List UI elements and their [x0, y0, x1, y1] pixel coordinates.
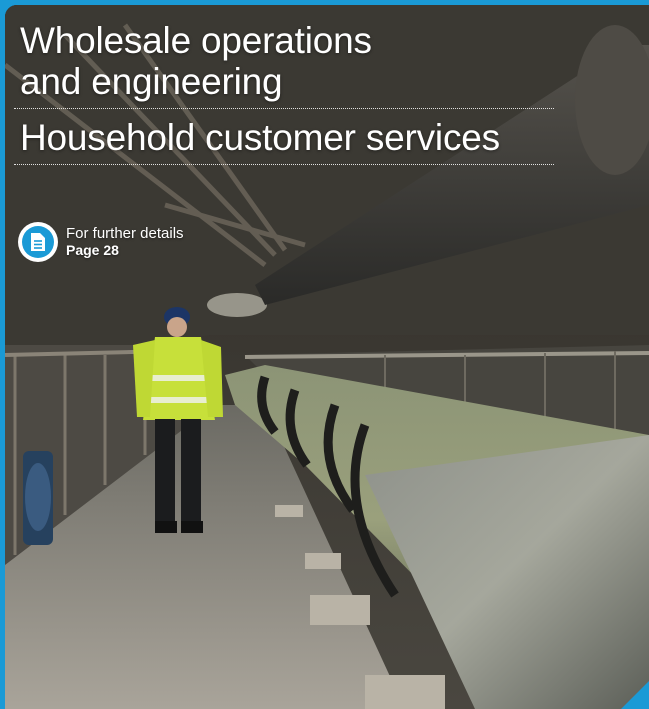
reference-label: For further details: [66, 225, 184, 242]
heading-line-3: Household customer services: [20, 117, 500, 158]
dotted-divider: [14, 108, 554, 109]
page-reference[interactable]: For further details Page 28: [18, 222, 184, 262]
page-frame: Wholesale operations and engineering Hou…: [0, 0, 649, 709]
heading-line-1: Wholesale operations: [20, 20, 372, 61]
section-heading: Wholesale operations and engineering Hou…: [14, 20, 554, 173]
document-icon: [18, 222, 58, 262]
reference-text: For further details Page 28: [66, 225, 184, 259]
dotted-divider: [14, 164, 554, 165]
corner-tab: [621, 681, 649, 709]
heading-line-2: and engineering: [20, 61, 283, 102]
reference-page-link[interactable]: Page 28: [66, 242, 184, 258]
